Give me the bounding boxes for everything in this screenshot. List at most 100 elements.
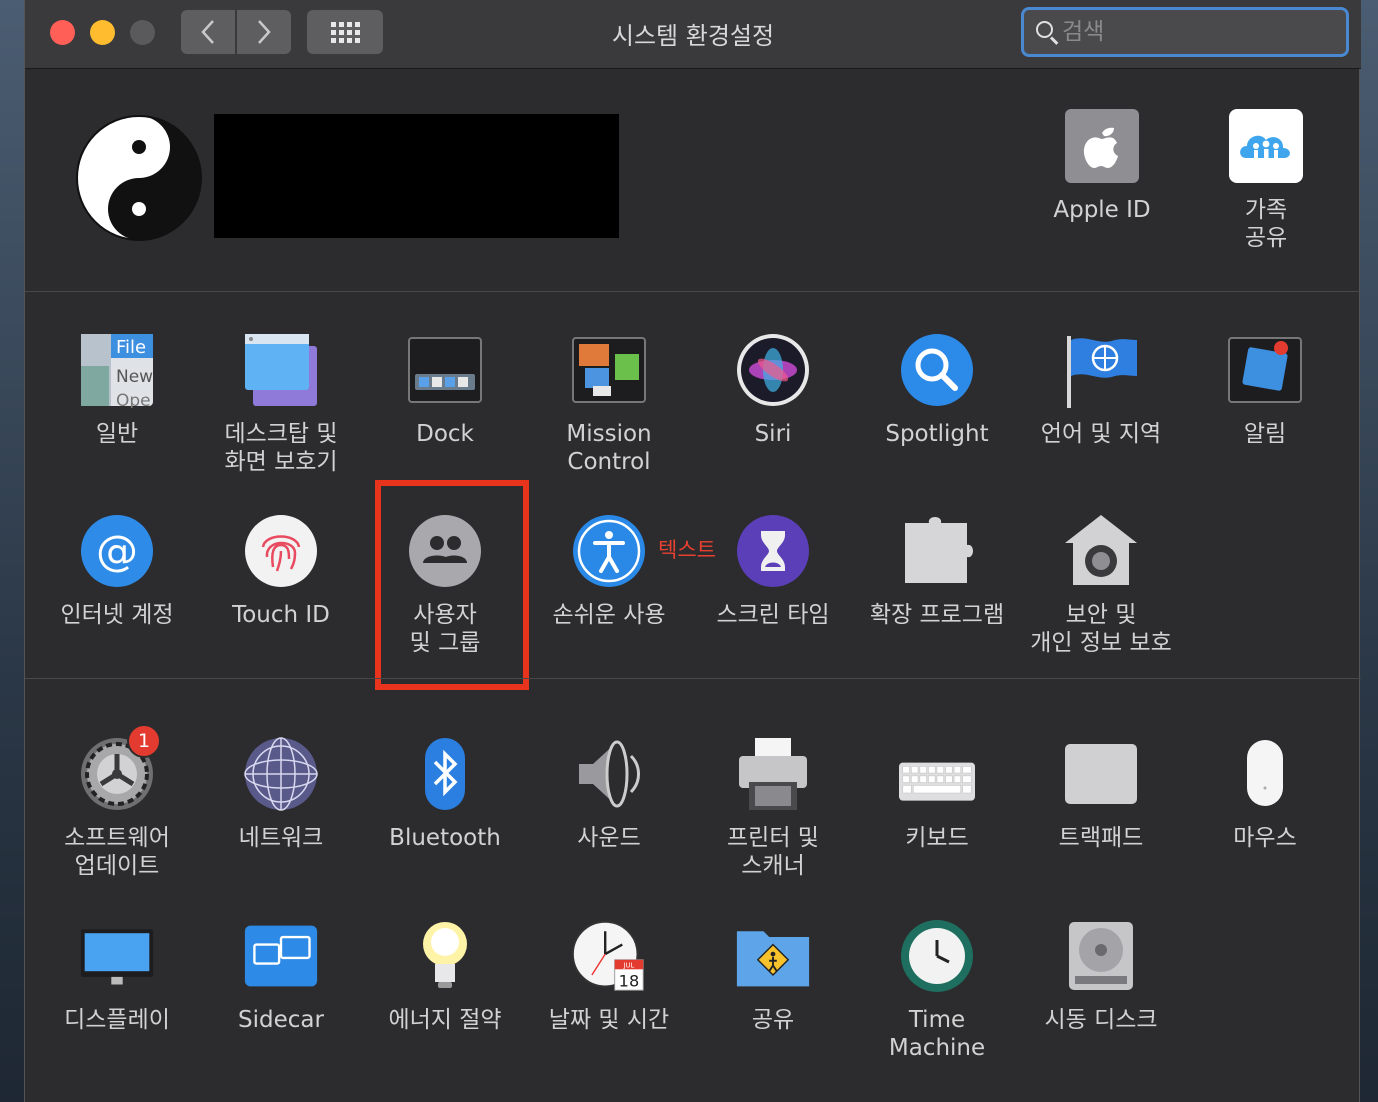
pref-dock[interactable]: Dock [363,332,527,448]
screen-time-icon [735,513,811,589]
pref-screen-time[interactable]: 스크린 타임 [691,513,855,629]
forward-button[interactable] [237,10,291,54]
pref-label: 인터넷 계정 [60,602,174,628]
pref-label: 트랙패드 [1058,825,1144,851]
apple-id-icon [1064,108,1140,184]
language-region-icon [1063,332,1139,408]
redacted-user-name [214,114,619,238]
pref-sharing[interactable]: 공유 [691,918,855,1034]
pref-label: 일반 [95,421,139,447]
pref-mouse[interactable]: 마우스 [1183,736,1347,852]
minimize-button[interactable] [90,20,115,45]
pref-siri[interactable]: Siri [691,332,855,448]
title-bar: 시스템 환경설정 [25,0,1361,69]
calendar-day: 18 [619,971,640,990]
pref-keyboard[interactable]: 키보드 [855,736,1019,852]
pref-family-sharing[interactable]: 가족 공유 [1184,108,1348,252]
security-privacy-icon [1063,513,1139,589]
pref-mission-control[interactable]: Mission Control [527,332,691,476]
section-divider [25,678,1361,679]
general-icon: File New Ope [79,332,155,408]
pref-label: Touch ID [232,602,330,628]
desktop-screensaver-icon [243,332,319,408]
pref-general[interactable]: File New Ope 일반 [35,332,199,448]
touch-id-icon [243,513,319,589]
keyboard-icon [899,736,975,812]
pref-label: 소프트웨어 업데이트 [64,825,170,879]
pref-label: 시동 디스크 [1044,1007,1158,1033]
pref-date-time[interactable]: JUL 18 날짜 및 시간 [527,918,691,1034]
pref-touch-id[interactable]: Touch ID [199,513,363,629]
calendar-month: JUL [623,961,635,969]
energy-saver-icon [407,918,483,994]
pref-label: 스크린 타임 [716,602,830,628]
pref-label: Apple ID [1053,197,1151,223]
pref-label: 보안 및 개인 정보 보호 [1030,602,1172,656]
search-icon [1034,19,1060,45]
pref-label: Spotlight [885,421,989,447]
avatar[interactable] [75,114,203,242]
pref-label: Sidecar [238,1007,324,1033]
family-sharing-icon [1228,108,1304,184]
pref-label: 데스크탑 및 화면 보호기 [224,421,338,475]
pref-trackpad[interactable]: 트랙패드 [1019,736,1183,852]
pref-energy-saver[interactable]: 에너지 절약 [363,918,527,1034]
close-button[interactable] [50,20,75,45]
pref-label: Mission Control [566,421,652,475]
pref-label: 프린터 및 스캐너 [727,825,819,879]
pref-apple-id[interactable]: Apple ID [1020,108,1184,224]
mission-control-icon [571,332,647,408]
pref-language-region[interactable]: 언어 및 지역 [1019,332,1183,448]
pref-internet-accounts[interactable]: @ 인터넷 계정 [35,513,199,629]
pref-notifications[interactable]: 알림 [1183,332,1347,448]
internet-accounts-icon: @ [79,513,155,589]
highlight-box [375,480,529,690]
chevron-left-icon [201,20,214,44]
pref-time-machine[interactable]: Time Machine [855,918,1019,1062]
back-button[interactable] [181,10,235,54]
pref-label: 손쉬운 사용 [552,602,666,628]
sound-icon [571,736,647,812]
svg-text:File: File [116,337,146,358]
grid-icon [330,21,360,43]
dock-icon [407,332,483,408]
pref-label: 알림 [1243,421,1287,447]
zoom-button[interactable] [130,20,155,45]
pref-label: 날짜 및 시간 [548,1007,670,1033]
annotation-label: 텍스트 [658,538,716,562]
pref-label: 에너지 절약 [388,1007,502,1033]
pref-accessibility[interactable]: 손쉬운 사용 [527,513,691,629]
system-preferences-window: 시스템 환경설정 Apple ID [24,0,1361,1102]
pref-displays[interactable]: 디스플레이 [35,918,199,1034]
search-field[interactable] [1021,7,1349,57]
pref-security-privacy[interactable]: 보안 및 개인 정보 보호 [1019,513,1183,657]
pref-label: Siri [754,421,792,447]
pref-extensions[interactable]: 확장 프로그램 [855,513,1019,629]
pref-label: 공유 [751,1007,795,1033]
pref-label: Dock [416,421,474,447]
search-input[interactable] [1062,19,1332,45]
svg-text:Ope: Ope [116,391,151,408]
pref-label: 키보드 [905,825,969,851]
pref-sidecar[interactable]: Sidecar [199,918,363,1034]
pref-software-update[interactable]: 1 소프트웨어 업데이트 [35,724,199,880]
time-machine-icon [899,918,975,994]
sharing-icon [735,918,811,994]
bluetooth-icon [407,736,483,812]
pref-label: 마우스 [1233,825,1297,851]
pref-network[interactable]: 네트워크 [199,736,363,852]
pref-bluetooth[interactable]: Bluetooth [363,736,527,852]
pref-desktop-screensaver[interactable]: 데스크탑 및 화면 보호기 [199,332,363,476]
sidecar-icon [243,918,319,994]
svg-text:@: @ [96,526,138,575]
window-title: 시스템 환경설정 [611,22,775,50]
pref-label: 사운드 [577,825,641,851]
pref-printers-scanners[interactable]: 프린터 및 스캐너 [691,736,855,880]
show-all-button[interactable] [307,10,383,54]
pref-spotlight[interactable]: Spotlight [855,332,1019,448]
extensions-icon [899,513,975,589]
svg-text:New: New [116,367,153,387]
account-section: Apple ID 가족 공유 [25,70,1361,292]
pref-sound[interactable]: 사운드 [527,736,691,852]
pref-startup-disk[interactable]: 시동 디스크 [1019,918,1183,1034]
